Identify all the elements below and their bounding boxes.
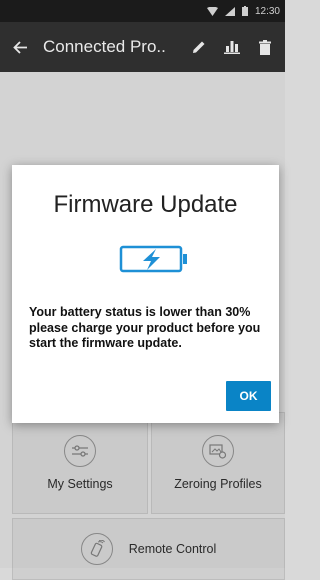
battery-status-icon [241, 6, 248, 16]
app-bar: Connected Pro.. [0, 22, 285, 72]
dialog-title: Firmware Update [53, 191, 238, 218]
delete-button[interactable] [248, 22, 281, 72]
wifi-icon [206, 6, 218, 16]
edit-button[interactable] [182, 22, 215, 72]
trash-icon [258, 39, 271, 55]
status-time: 12:30 [254, 5, 280, 17]
statistics-button[interactable] [215, 22, 248, 72]
dialog-message: Your battery status is lower than 30% pl… [29, 305, 261, 350]
battery-charging-icon [119, 245, 187, 273]
ok-button[interactable]: OK [226, 381, 271, 411]
page-title: Connected Pro.. [43, 37, 166, 56]
firmware-update-dialog: Firmware Update Your battery status is l… [12, 165, 279, 423]
chart-icon [223, 41, 240, 54]
signal-icon [224, 6, 235, 16]
edit-pencil-icon [192, 41, 204, 53]
back-arrow-icon [13, 40, 27, 54]
status-bar: 12:30 [0, 0, 285, 22]
back-button[interactable] [0, 22, 40, 72]
